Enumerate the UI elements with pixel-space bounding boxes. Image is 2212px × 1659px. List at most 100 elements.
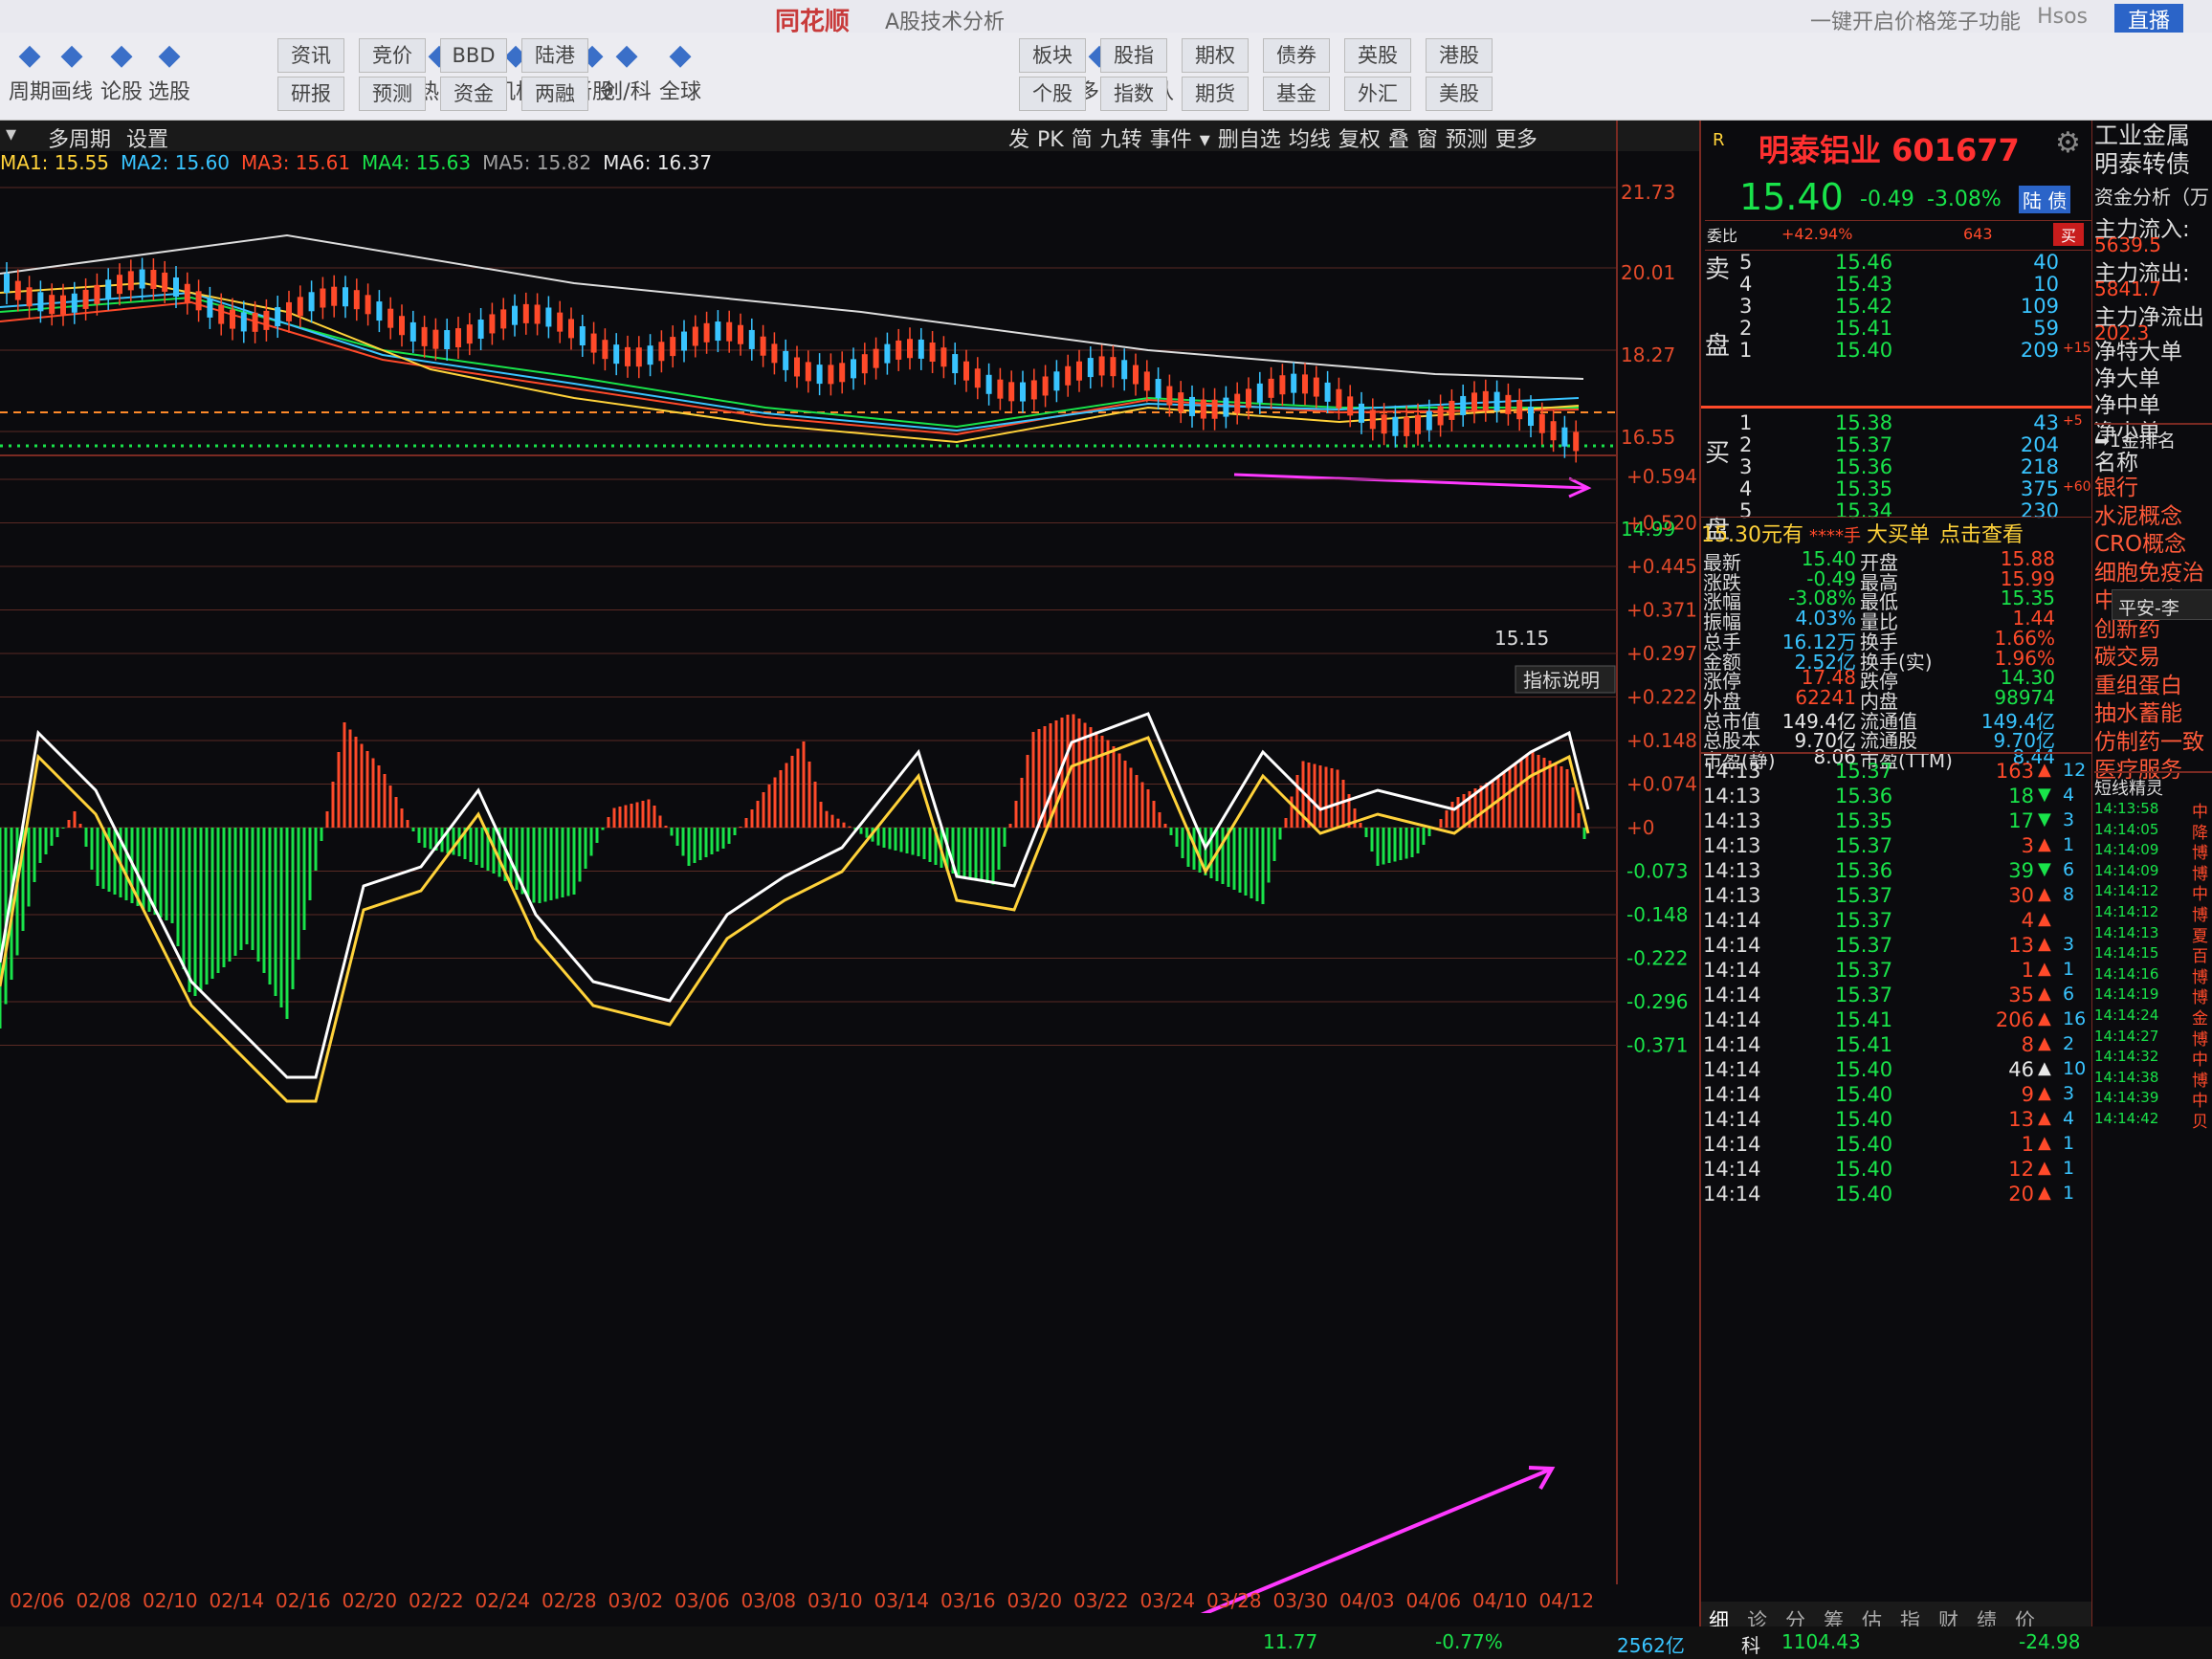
bid-delta: +60 [2063,479,2091,495]
weibi-value: +42.94% [1781,225,1853,243]
ask-level: 5 [1739,251,1753,274]
toolbar-item-label: 全球 [658,80,701,104]
date-tick: 03/22 [1073,1589,1129,1612]
trend-arrow-annotation [1233,473,1589,490]
bid-volume: 218 [2020,455,2059,478]
toolbar-item[interactable]: ◆ 选股 [140,36,199,105]
grid-button[interactable]: 债券 [1263,38,1330,73]
buy-button[interactable]: 买 [2053,223,2085,246]
grid-button[interactable]: 两融 [521,77,588,111]
arrow-up-icon: ▲ [2038,1108,2051,1128]
toolbar-item-label: 选股 [147,80,190,104]
tick-price: 15.37 [1835,834,1893,857]
sprite-time: 14:14:12 [2094,903,2159,920]
grid-button[interactable]: 陆港 [521,38,588,73]
grid-button[interactable]: 港股 [1426,38,1493,73]
grid-button[interactable]: 外汇 [1344,77,1411,111]
grid-button[interactable]: 期权 [1182,38,1249,73]
flow-value: 5639.5 [2094,233,2161,256]
menu-hint[interactable]: 一键开启价格笼子功能 [1810,5,2021,35]
price-axis-label: 20.01 [1621,261,1675,284]
app-subtitle: A股技术分析 [885,11,1006,34]
tick-price: 15.37 [1835,934,1893,957]
tick-time: 14:14 [1703,959,1761,982]
ask-price: 15.43 [1835,273,1893,296]
macd-axis-label: +0.520 [1626,512,1697,535]
grid-button[interactable]: 美股 [1426,77,1493,111]
bid-price: 15.38 [1835,411,1893,434]
tick-price: 15.40 [1835,1158,1893,1181]
user-name[interactable]: Hsos [2037,5,2088,29]
tick-time: 14:13 [1703,884,1761,907]
kline-chart[interactable]: 21.7320.0118.2716.5514.9915.15指标说明+0.594… [0,121,1699,1613]
grid-button[interactable]: 资讯 [277,38,344,73]
date-tick: 02/20 [342,1589,398,1612]
sprite-time: 14:14:19 [2094,985,2159,1004]
convertible-bond-label[interactable]: 明泰转债 [2094,145,2190,180]
ask-price: 15.41 [1835,317,1893,340]
tick-time: 14:13 [1703,809,1761,832]
grid-button[interactable]: 预测 [359,77,426,111]
grid-button[interactable]: 板块 [1019,38,1086,73]
tick-side-count: 6 [2063,984,2075,1005]
tick-volume: 163 [1995,760,2034,783]
macd-axis-label: +0.594 [1626,465,1697,488]
grid-button[interactable]: 期货 [1182,77,1249,111]
bid-level: 1 [1739,411,1753,434]
sprite-time: 14:14:09 [2094,861,2159,879]
tick-price: 15.37 [1835,760,1893,783]
date-tick: 02/22 [409,1589,464,1612]
big-order-link[interactable]: 点击查看 [1939,523,2024,547]
date-tick: 04/12 [1538,1589,1595,1612]
big-order-row[interactable]: 15.30元有 ****手 大买单 点击查看 [1701,517,2091,547]
arrow-up-icon: ▲ [2038,1083,2051,1103]
arrow-up-icon: ▲ [2038,1133,2051,1153]
grid-button[interactable]: 个股 [1019,77,1086,111]
bottom-pct: -0.77% [1435,1630,1503,1653]
ask-level: 2 [1739,317,1753,340]
sprite-time: 14:14:38 [2094,1068,2159,1086]
bid-price: 15.36 [1835,455,1893,478]
grid-button[interactable]: 竞价 [359,38,426,73]
price-axis-label: 18.27 [1621,343,1675,366]
tick-price: 15.36 [1835,785,1893,807]
tick-volume: 9 [2021,1083,2034,1106]
grid-button[interactable]: BBD [440,38,507,73]
bottom-index-change: -24.98 [2019,1630,2081,1653]
grid-button[interactable]: 基金 [1263,77,1330,111]
date-tick: 03/20 [1006,1589,1063,1612]
arrow-up-icon: ▲ [2038,1158,2051,1178]
toolbar-item[interactable]: ◆ 全球 [651,36,710,105]
r-badge: R [1713,130,1725,150]
grid-button[interactable]: 指数 [1100,77,1167,111]
bid-level: 2 [1739,433,1753,456]
tick-side-count: 1 [2063,959,2075,980]
tick-volume: 46 [2008,1058,2034,1081]
grid-button[interactable]: 股指 [1100,38,1167,73]
macd-axis-label: -0.222 [1626,947,1688,970]
bottom-index-label: 科 [1741,1634,1760,1657]
sprite-time: 14:14:24 [2094,1006,2159,1024]
date-tick: 03/16 [940,1589,996,1612]
tick-volume: 20 [2008,1183,2034,1206]
tick-time: 14:13 [1703,785,1761,807]
sprite-time: 14:13:58 [2094,800,2159,817]
arrow-up-icon: ▲ [2038,1183,2051,1203]
short-line-sprite-title: 短线精灵 [2094,779,2163,799]
live-button[interactable]: 直播 [2113,4,2183,34]
date-tick: 03/08 [741,1589,797,1612]
popup-tag[interactable]: 平安-李 [2112,589,2212,620]
grid-button[interactable]: 资金 [440,77,507,111]
tick-time: 14:14 [1703,1058,1761,1081]
tick-price: 15.41 [1835,1033,1893,1056]
grid-button[interactable]: 英股 [1344,38,1411,73]
capital-flow-title: 资金分析（万 [2094,186,2209,209]
sprite-time: 14:14:27 [2094,1027,2159,1045]
ask-price: 15.40 [1835,339,1893,362]
tick-volume: 39 [2008,859,2034,882]
tick-volume: 4 [2021,909,2034,932]
gear-icon[interactable]: ⚙ [2055,126,2081,160]
grid-button[interactable]: 研报 [277,77,344,111]
toolbar-item[interactable]: ◆ 创/科 [597,36,656,105]
stock-tags[interactable]: 陆 债 [2019,186,2071,213]
